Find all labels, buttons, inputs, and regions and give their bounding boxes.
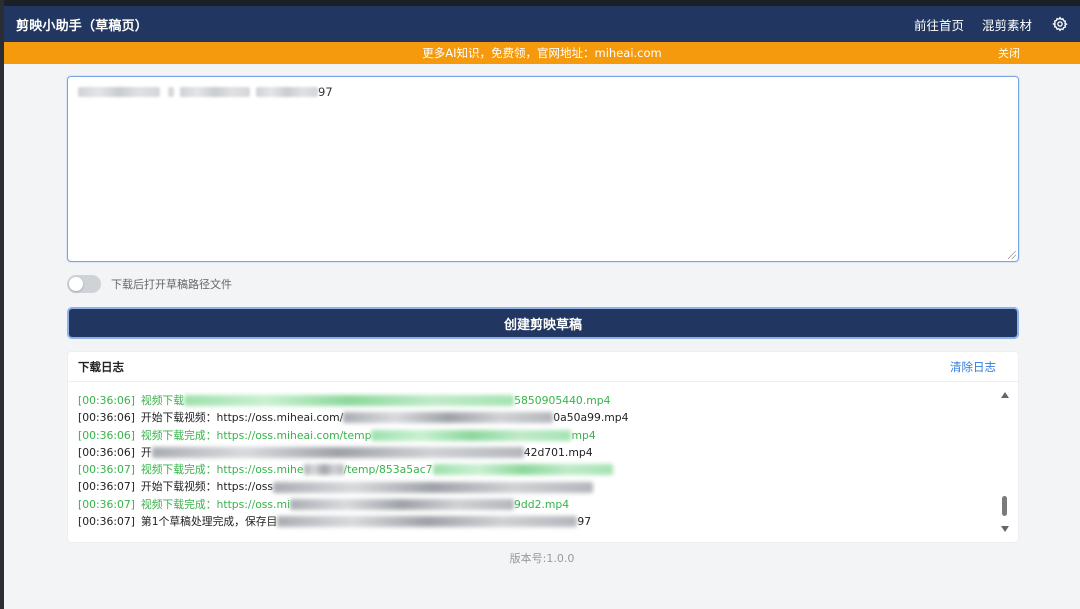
log-time: [00:36:07] <box>78 463 135 477</box>
log-title: 下载日志 <box>78 359 124 374</box>
nav-home-link[interactable]: 前往首页 <box>914 15 964 34</box>
redacted-text <box>343 412 554 424</box>
log-message-end: 42d701.mp4 <box>523 445 593 459</box>
log-message: 视频下载完成：https://oss.mihe <box>140 463 304 477</box>
log-message: 视频下载 <box>140 394 185 407</box>
banner-close-button[interactable]: 关闭 <box>998 45 1020 61</box>
log-time: [00:36:06] <box>78 445 135 459</box>
toggle-label: 下载后打开草稿路径文件 <box>111 278 232 291</box>
log-message: 开 <box>140 445 152 459</box>
log-line: [00:36:07] 视频下载完成：https://oss.mihe /temp… <box>78 461 988 478</box>
redacted-text <box>256 87 318 97</box>
log-message: 第1个草稿处理完成，保存目 <box>140 515 278 529</box>
create-draft-button[interactable]: 创建剪映草稿 <box>67 307 1019 339</box>
log-time: [00:36:06] <box>78 428 135 442</box>
draft-textarea[interactable]: 97 <box>67 76 1019 262</box>
nav-materials-link[interactable]: 混剪素材 <box>982 15 1032 34</box>
clear-log-button[interactable]: 清除日志 <box>950 359 996 375</box>
open-folder-toggle-row: 下载后打开草稿路径文件 <box>67 274 1020 294</box>
log-message-end: 0a50a99.mp4 <box>553 411 629 425</box>
top-nav: 前往首页 混剪素材 <box>914 15 1068 34</box>
log-time: [00:36:07] <box>78 497 135 511</box>
log-header: 下载日志 清除日志 <box>68 352 1018 382</box>
main-content: 97 下载后打开草稿路径文件 创建剪映草稿 下载日志 清除日志 [00:36:0… <box>4 76 1080 543</box>
redacted-text <box>180 87 250 97</box>
log-line: [00:36:06] 视频下载完成：https://oss.miheai.com… <box>78 427 988 444</box>
scroll-down-icon[interactable] <box>1001 526 1009 532</box>
log-line: [00:36:07] 开始下载视频：https://oss <box>78 478 988 495</box>
redacted-text <box>432 464 613 476</box>
log-message-end: mp4 <box>571 428 596 442</box>
log-line: [00:36:07] 视频下载完成：https://oss.mi 9dd2.mp… <box>78 496 988 513</box>
open-folder-toggle[interactable] <box>67 275 101 293</box>
gear-icon[interactable] <box>1052 16 1068 32</box>
log-time: [00:36:06] <box>78 411 135 425</box>
redacted-text <box>78 87 160 97</box>
log-line: [00:36:06] 开 42d701.mp4 <box>78 444 988 461</box>
log-message: 视频下载完成：https://oss.miheai.com/temp <box>140 428 372 442</box>
resize-handle[interactable] <box>1008 251 1016 259</box>
version-label: 版本号:1.0.0 <box>509 552 575 565</box>
log-line: [00:36:07] 第1个草稿处理完成，保存目 97 <box>78 513 988 530</box>
log-message-end: /temp/853a5ac7 <box>343 463 433 477</box>
redacted-text <box>168 87 174 97</box>
log-line: [00:36:06] 视频下载 5850905440.mp4 <box>78 392 988 409</box>
log-time: [00:36:07] <box>78 515 135 529</box>
log-message-end: 9dd2.mp4 <box>514 497 570 511</box>
scroll-up-icon[interactable] <box>1001 392 1009 398</box>
log-message: 开始下载视频：https://oss <box>140 480 274 494</box>
log-time: [00:36:07] <box>78 480 135 494</box>
log-message-end: 97 <box>577 515 592 529</box>
redacted-text <box>290 498 515 510</box>
redacted-text <box>371 429 572 441</box>
log-message: 视频下载完成：https://oss.mi <box>140 497 291 511</box>
redacted-text <box>273 481 594 493</box>
app-window: 剪映小助手（草稿页） 前往首页 混剪素材 更多AI知识，免费领，官网地址：mih… <box>4 6 1080 609</box>
log-time: [00:36:06] <box>78 394 135 407</box>
log-line: [00:36:06] 开始下载视频：https://oss.miheai.com… <box>78 409 988 426</box>
scroll-thumb[interactable] <box>1002 496 1007 516</box>
redacted-text <box>303 464 344 476</box>
redacted-text <box>184 395 515 407</box>
redacted-text <box>151 447 524 459</box>
log-scrollbar[interactable] <box>1000 392 1010 532</box>
log-message: 开始下载视频：https://oss.miheai.com/ <box>140 411 344 425</box>
log-list: [00:36:06] 视频下载 5850905440.mp4 [00:36:06… <box>78 392 988 538</box>
textarea-visible-suffix: 97 <box>318 85 333 99</box>
log-message-end: 5850905440.mp4 <box>514 394 611 407</box>
download-log-panel: 下载日志 清除日志 [00:36:06] 视频下载 5850905440.mp4… <box>67 351 1019 543</box>
textarea-content: 97 <box>78 85 333 99</box>
app-title: 剪映小助手（草稿页） <box>16 18 149 34</box>
redacted-text <box>277 516 578 528</box>
promo-banner: 更多AI知识，免费领，官网地址：miheai.com 关闭 <box>4 42 1080 64</box>
banner-text: 更多AI知识，免费领，官网地址：miheai.com <box>422 46 662 60</box>
top-bar: 剪映小助手（草稿页） 前往首页 混剪素材 <box>4 6 1080 42</box>
